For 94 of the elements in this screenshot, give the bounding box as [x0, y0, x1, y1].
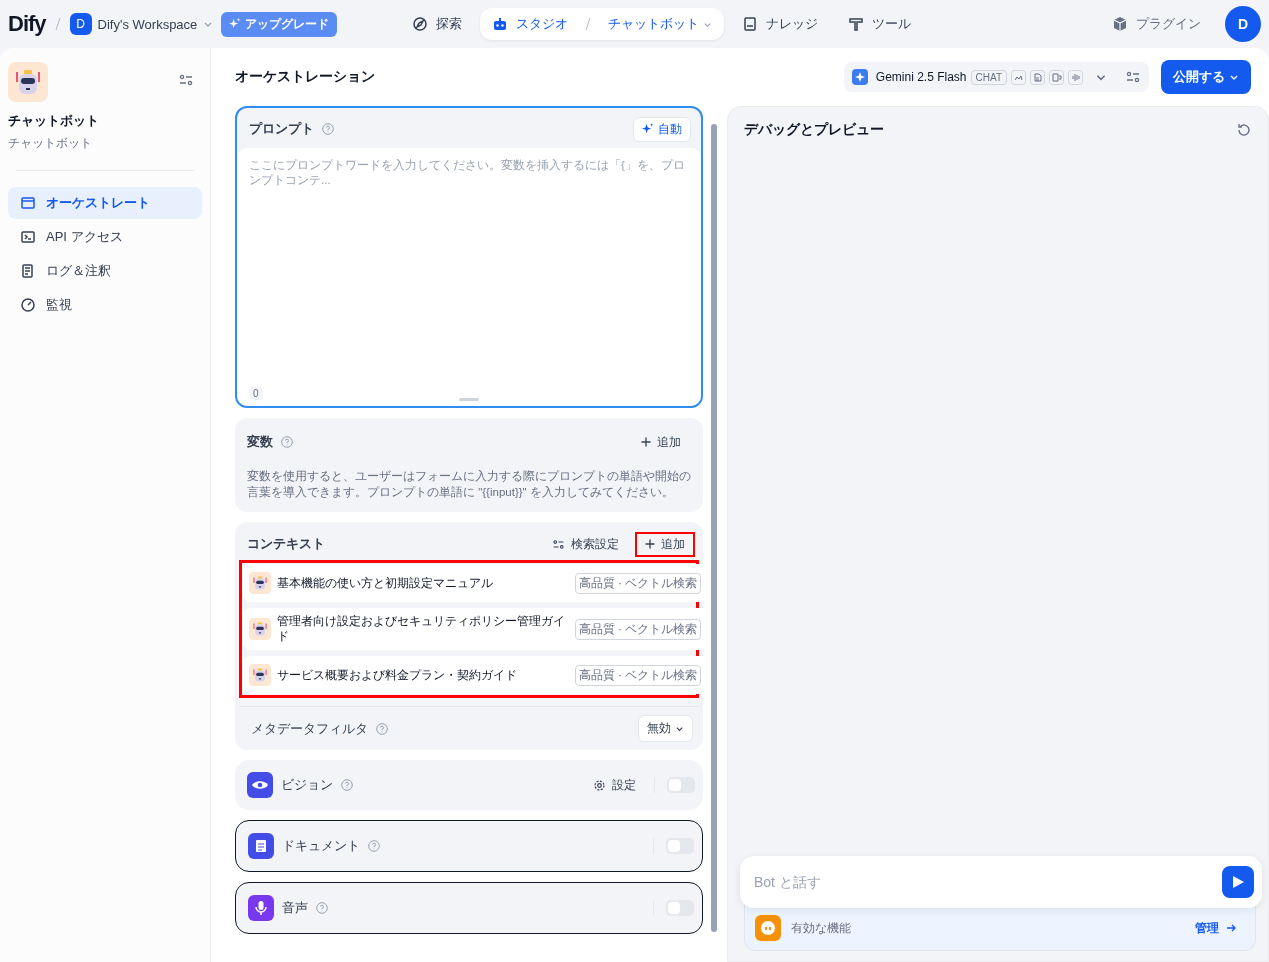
hammer-icon: [848, 16, 864, 32]
section-title: 変数: [247, 433, 273, 451]
features-label: 有効な機能: [791, 919, 852, 937]
metadata-filter-label: メタデータフィルタ: [251, 719, 368, 738]
section-title: プロンプト: [249, 120, 314, 138]
help-icon[interactable]: [322, 123, 334, 135]
plus-icon: [641, 437, 651, 447]
app-icon: [8, 62, 48, 102]
publish-button[interactable]: 公開する: [1161, 60, 1251, 94]
chevron-down-icon: [675, 724, 684, 733]
sparkle-icon: [229, 18, 242, 30]
knowledge-name: 管理者向け設定およびセキュリティポリシー管理ガイド: [277, 614, 566, 644]
audio-feature-icon: [1068, 69, 1083, 85]
nav-tab[interactable]: ツール: [836, 8, 923, 40]
sidebar-item[interactable]: API アクセス: [8, 221, 202, 253]
send-icon: [1231, 875, 1245, 889]
retrieval-tag: 高品質 · ベクトル検索: [574, 664, 701, 686]
page-title: オーケストレーション: [235, 68, 376, 86]
manage-link[interactable]: 管理: [1189, 918, 1243, 938]
workspace-name: Dify's Workspace: [97, 16, 198, 32]
gear-icon: [593, 778, 606, 792]
plus-icon: [645, 539, 655, 549]
document-icon: [20, 263, 36, 279]
help-icon[interactable]: [281, 436, 293, 448]
section-title: コンテキスト: [247, 535, 325, 553]
settings-icon[interactable]: [1125, 69, 1141, 85]
help-icon[interactable]: [368, 840, 380, 852]
auto-button[interactable]: 自動: [633, 116, 691, 142]
app-name: チャットボット: [8, 112, 100, 130]
breadcrumb-separator: [584, 16, 592, 32]
model-selector[interactable]: Gemini 2.5 Flash CHAT: [843, 62, 1149, 92]
robot-icon: [492, 16, 508, 32]
knowledge-name: 基本機能の使い方と初期設定マニュアル: [277, 575, 494, 591]
dify-logo[interactable]: Dify: [8, 11, 46, 37]
model-name: Gemini 2.5 Flash: [875, 70, 967, 84]
workspace-avatar: D: [69, 13, 92, 35]
retrieval-tag: 高品質 · ベクトル検索: [574, 618, 701, 640]
toggle-switch[interactable]: [666, 838, 694, 854]
video-feature-icon: [1049, 69, 1064, 85]
knowledge-name: サービス概要および料金プラン・契約ガイド: [277, 667, 518, 683]
feature-label: ビジョン: [281, 776, 333, 794]
terminal-icon: [20, 229, 36, 245]
metadata-filter-dropdown[interactable]: 無効: [638, 715, 693, 742]
settings-icon: [552, 537, 565, 551]
feature-label: 音声: [282, 899, 308, 917]
toggle-switch[interactable]: [666, 900, 694, 916]
panel-title: デバッグとプレビュー: [744, 121, 884, 139]
feature-label: ドキュメント: [282, 837, 360, 855]
toggle-switch[interactable]: [667, 777, 695, 793]
breadcrumb-separator: [53, 16, 62, 32]
user-avatar[interactable]: D: [1225, 6, 1261, 42]
prompt-editor[interactable]: ここにプロンプトワードを入力してください。変数を挿入するには「{」を、プロンプトコンテ... 0: [237, 148, 701, 406]
help-icon[interactable]: [376, 722, 388, 735]
prompt-input[interactable]: ここにプロンプトワードを入力してください。変数を挿入するには「{」を、プロンプトコンテ...: [245, 158, 693, 387]
book-icon: [742, 16, 758, 32]
arrow-right-icon: [1225, 922, 1237, 934]
image-feature-icon: [1011, 69, 1026, 85]
eye-icon: [247, 772, 273, 798]
refresh-icon[interactable]: [1236, 122, 1252, 138]
plugin-button[interactable]: プラグイン: [1106, 14, 1207, 34]
sidebar-item[interactable]: 監視: [8, 289, 202, 321]
settings-icon[interactable]: [178, 72, 194, 88]
robot-icon: [249, 618, 271, 640]
cube-icon: [1112, 16, 1128, 32]
sidebar-item[interactable]: オーケストレート: [8, 187, 202, 219]
variables-description: 変数を使用すると、ユーザーはフォームに入力する際にプロンプトの単語や開始の言葉を導入できます。プロンプトの単語に "{{input}}" を入力してみてください。: [247, 469, 691, 500]
nav-tab[interactable]: スタジオ チャットボット: [480, 8, 724, 40]
model-mode: CHAT: [970, 69, 1007, 85]
compass-icon: [412, 16, 428, 32]
sparkle-icon: [851, 69, 868, 85]
help-icon[interactable]: [341, 779, 353, 791]
robot-icon: [249, 572, 271, 594]
quote-icon: [755, 915, 781, 941]
file-feature-icon: [1030, 69, 1045, 85]
nav-tab[interactable]: ナレッジ: [730, 8, 830, 40]
window-icon: [20, 195, 36, 211]
sidebar-item[interactable]: ログ＆注釈: [8, 255, 202, 287]
workspace-switcher[interactable]: D Dify's Workspace: [69, 13, 214, 35]
add-button[interactable]: 追加: [635, 531, 695, 557]
nav-tab[interactable]: 探索: [400, 8, 474, 40]
robot-icon: [249, 664, 271, 686]
sparkle-icon: [642, 123, 654, 135]
document-icon: [248, 833, 274, 859]
add-button[interactable]: 追加: [631, 429, 691, 455]
gauge-icon: [20, 297, 36, 313]
microphone-icon: [248, 895, 274, 921]
help-icon[interactable]: [316, 902, 328, 914]
send-button[interactable]: [1222, 866, 1254, 898]
settings-button[interactable]: 設定: [587, 775, 642, 795]
retrieval-settings-button[interactable]: 検索設定: [546, 534, 625, 554]
character-count: 0: [249, 387, 263, 400]
app-type: チャットボット: [8, 135, 93, 152]
retrieval-tag: 高品質 · ベクトル検索: [574, 572, 701, 594]
scrollbar[interactable]: [711, 124, 717, 932]
